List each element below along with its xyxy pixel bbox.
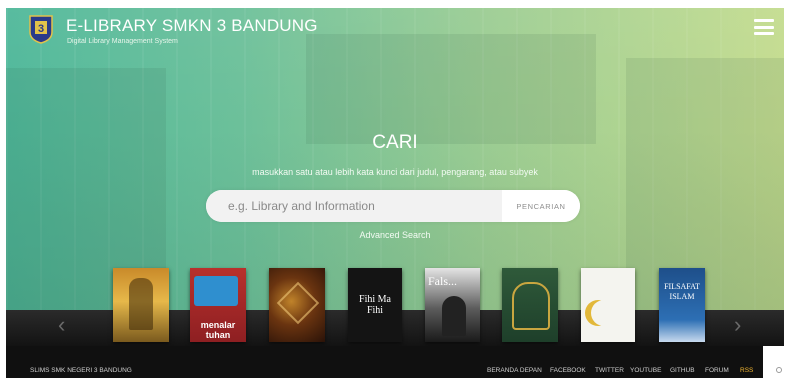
- book-title-text: Fihi Ma Fihi: [359, 294, 391, 316]
- book-cover-7[interactable]: [581, 268, 635, 342]
- menu-bar: [754, 25, 774, 29]
- footer-link-twitter[interactable]: TWITTER: [595, 367, 624, 374]
- footer-link-facebook[interactable]: FACEBOOK: [550, 367, 586, 374]
- hero-banner: [6, 8, 784, 310]
- menu-bar: [754, 19, 774, 22]
- book-cover-2[interactable]: menalar tuhan: [190, 268, 246, 342]
- book-cover-1[interactable]: [113, 268, 169, 342]
- book-cover-8[interactable]: FILSAFAT ISLAM: [659, 268, 705, 342]
- book-emblem: [512, 282, 550, 330]
- footer-brand: SLIMS SMK NEGERI 3 BANDUNG: [30, 367, 132, 374]
- school-logo-icon: 3: [29, 15, 53, 44]
- book-cover-fihi-ma-fihi[interactable]: Fihi Ma Fihi: [348, 268, 402, 342]
- search-input[interactable]: [206, 190, 502, 222]
- carousel-prev-icon[interactable]: ‹: [58, 312, 65, 338]
- book-map-graphic: [194, 276, 238, 306]
- book-title-text: FILSAFAT ISLAM: [664, 282, 700, 301]
- book-portrait: [442, 296, 466, 336]
- logo-number: 3: [38, 23, 44, 35]
- opac-home-page: 3 E-LIBRARY SMKN 3 BANDUNG Digital Libra…: [0, 0, 790, 378]
- search-hint: masukkan satu atau lebih kata kunci dari…: [252, 167, 538, 177]
- site-subtitle: Digital Library Management System: [67, 38, 178, 45]
- search-heading: CARI: [372, 132, 418, 153]
- footer-link-youtube[interactable]: YOUTUBE: [630, 367, 661, 374]
- search-form: PENCARIAN: [206, 190, 580, 222]
- carousel-next-icon[interactable]: ›: [734, 312, 741, 338]
- menu-icon[interactable]: [754, 19, 774, 35]
- loading-icon: [776, 367, 782, 373]
- book-title-text: Fals...: [428, 274, 458, 288]
- search-button[interactable]: PENCARIAN: [502, 190, 580, 222]
- footer-link-github[interactable]: GITHUB: [670, 367, 695, 374]
- footer-link-home[interactable]: BERANDA DEPAN: [487, 367, 542, 374]
- book-ornament: [276, 281, 320, 325]
- advanced-search-link[interactable]: Advanced Search: [0, 230, 790, 240]
- menu-bar: [754, 32, 774, 35]
- site-title: E-LIBRARY SMKN 3 BANDUNG: [66, 16, 318, 35]
- book-cover-5[interactable]: Fals...: [425, 268, 480, 342]
- footer-link-forum[interactable]: FORUM: [705, 367, 729, 374]
- footer-link-rss[interactable]: RSS: [740, 367, 753, 374]
- book-crescent-icon: [591, 300, 617, 326]
- building-silhouette-center: [306, 34, 596, 144]
- scroll-corner: [763, 350, 790, 378]
- building-silhouette-right: [626, 58, 784, 310]
- book-title-text: menalar tuhan: [200, 320, 236, 340]
- book-cover-3[interactable]: [269, 268, 325, 342]
- book-cover-6[interactable]: [502, 268, 558, 342]
- book-figure: [129, 278, 153, 330]
